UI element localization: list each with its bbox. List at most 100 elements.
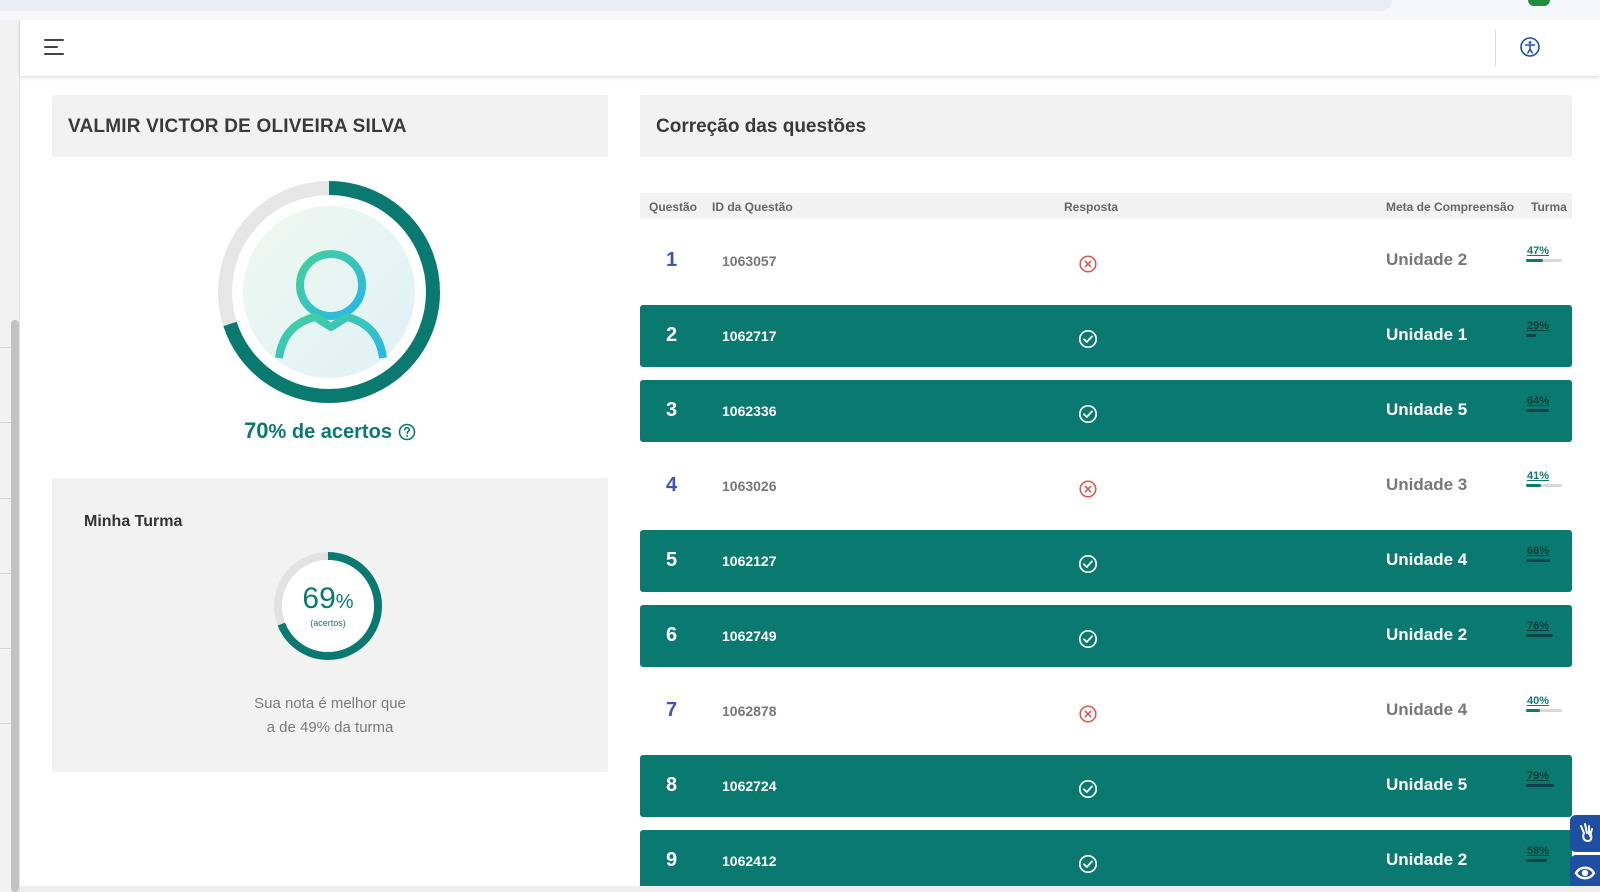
x-circle-icon xyxy=(1079,480,1097,498)
table-row[interactable]: 2 1062717 Unidade 1 29% xyxy=(640,305,1572,367)
class-percent-value: 64% xyxy=(1527,395,1550,407)
question-id: 1063057 xyxy=(722,253,777,269)
class-percent: 47% xyxy=(1526,245,1562,262)
check-circle-icon xyxy=(1078,404,1098,424)
question-number: 6 xyxy=(666,624,678,646)
student-name: VALMIR VICTOR DE OLIVEIRA SILVA xyxy=(68,116,407,137)
comprehension-goal: Unidade 2 xyxy=(1386,250,1468,269)
class-percent-bar-fill xyxy=(1526,409,1550,412)
question-number: 4 xyxy=(666,474,678,496)
user-avatar-icon xyxy=(243,206,415,378)
question-number: 2 xyxy=(666,324,678,346)
class-percent-value: 40% xyxy=(1527,695,1550,707)
corrections-title-card: Correção das questões xyxy=(640,95,1572,157)
class-percent-bar xyxy=(1526,334,1562,337)
accessibility-person-icon[interactable] xyxy=(1519,36,1541,58)
class-percent-bar-fill xyxy=(1526,784,1555,787)
class-percent-bar xyxy=(1526,409,1562,412)
comprehension-goal: Unidade 2 xyxy=(1386,850,1468,869)
class-percent-bar xyxy=(1526,859,1562,862)
comprehension-goal: Unidade 4 xyxy=(1386,700,1468,719)
question-id: 1062724 xyxy=(722,778,777,794)
table-row[interactable]: 1 1063057 Unidade 2 47% xyxy=(640,230,1572,292)
class-percent-value: 66% xyxy=(1527,545,1550,557)
class-summary-card: Minha Turma 69% (acertos) Sua nota é mel… xyxy=(52,478,608,772)
question-id: 1062878 xyxy=(722,703,777,719)
check-circle-icon xyxy=(1078,329,1098,349)
table-row[interactable]: 8 1062724 Unidade 5 79% xyxy=(640,755,1572,817)
class-percent-bar-fill xyxy=(1526,484,1541,487)
table-row[interactable]: 3 1062336 Unidade 5 64% xyxy=(640,380,1572,442)
student-name-card: VALMIR VICTOR DE OLIVEIRA SILVA xyxy=(52,95,608,157)
table-row[interactable]: 5 1062127 Unidade 4 66% xyxy=(640,530,1572,592)
class-percent-value: 58% xyxy=(1527,845,1550,857)
class-score-ring: 69% (acertos) xyxy=(272,550,384,662)
question-circle-icon[interactable] xyxy=(398,423,416,441)
corrections-title: Correção das questões xyxy=(656,116,867,137)
class-percent: 76% xyxy=(1526,620,1562,637)
class-percent-value: 76% xyxy=(1527,620,1550,632)
browser-top-strip xyxy=(0,0,1600,20)
question-number: 7 xyxy=(666,699,678,721)
class-percent-bar-fill xyxy=(1526,259,1543,262)
class-percent-bar xyxy=(1526,484,1562,487)
student-score-number: 70 xyxy=(244,418,269,443)
table-row[interactable]: 9 1062412 Unidade 2 58% xyxy=(640,830,1572,892)
header-divider xyxy=(1495,30,1496,66)
browser-address-pill xyxy=(0,0,1392,11)
comprehension-goal: Unidade 1 xyxy=(1386,325,1468,344)
check-circle-icon xyxy=(1078,554,1098,574)
scrollbar-thumb[interactable] xyxy=(11,320,19,892)
question-id: 1062336 xyxy=(722,403,777,419)
question-number: 8 xyxy=(666,774,678,796)
column-header-answer: Resposta xyxy=(1064,200,1119,214)
top-navigation-bar xyxy=(20,20,1600,76)
sign-language-hands-icon[interactable] xyxy=(1570,815,1600,852)
class-percent-value: 29% xyxy=(1527,320,1550,332)
class-percent-value: 41% xyxy=(1527,470,1550,482)
class-percent-value: 47% xyxy=(1527,245,1550,257)
class-score-sublabel: (acertos) xyxy=(310,618,346,628)
column-header-meta: Meta de Compreensão xyxy=(1386,200,1515,214)
class-percent-bar xyxy=(1526,559,1562,562)
comprehension-goal: Unidade 5 xyxy=(1386,775,1468,794)
class-percent: 40% xyxy=(1526,695,1562,712)
column-header-question: Questão xyxy=(649,200,698,214)
comprehension-goal: Unidade 2 xyxy=(1386,625,1468,644)
question-id: 1062717 xyxy=(722,328,777,344)
class-percent: 79% xyxy=(1526,770,1562,787)
hamburger-menu-icon[interactable] xyxy=(44,38,66,56)
question-id: 1063026 xyxy=(722,478,777,494)
class-percent-bar xyxy=(1526,709,1562,712)
question-id: 1062127 xyxy=(722,553,777,569)
class-percent-bar-fill xyxy=(1526,559,1550,562)
class-percent-bar xyxy=(1526,784,1562,787)
class-percent-value: 79% xyxy=(1527,770,1550,782)
class-percent: 58% xyxy=(1526,845,1562,862)
class-score-percent-sign: % xyxy=(335,591,354,613)
question-number: 5 xyxy=(666,549,678,571)
class-percent: 66% xyxy=(1526,545,1562,562)
sign-language-hands-graphic xyxy=(1580,823,1593,843)
class-comparison-line: a de 49% da turma xyxy=(266,719,394,736)
class-percent-bar-fill xyxy=(1526,709,1541,712)
table-row[interactable]: 7 1062878 Unidade 4 40% xyxy=(640,680,1572,742)
comprehension-goal: Unidade 4 xyxy=(1386,550,1468,569)
check-circle-icon xyxy=(1078,854,1098,874)
student-score-label: % de acertos xyxy=(268,421,392,443)
class-percent-bar-fill xyxy=(1526,859,1547,862)
column-header-turma: Turma xyxy=(1531,200,1567,214)
class-percent-bar xyxy=(1526,259,1562,262)
class-percent: 64% xyxy=(1526,395,1562,412)
class-card-title: Minha Turma xyxy=(84,513,183,530)
bottom-scroll-strip xyxy=(20,886,1600,892)
student-score-text: 70% de acertos xyxy=(52,418,608,444)
table-row[interactable]: 6 1062749 Unidade 2 76% xyxy=(640,605,1572,667)
table-row[interactable]: 4 1063026 Unidade 3 41% xyxy=(640,455,1572,517)
x-circle-icon xyxy=(1079,255,1097,273)
browser-profile-dot xyxy=(1528,0,1550,6)
class-percent-bar-fill xyxy=(1526,634,1554,637)
comprehension-goal: Unidade 3 xyxy=(1386,475,1468,494)
corrections-table-header: Questão ID da Questão Resposta Meta de C… xyxy=(640,193,1572,219)
question-id: 1062749 xyxy=(722,628,777,644)
